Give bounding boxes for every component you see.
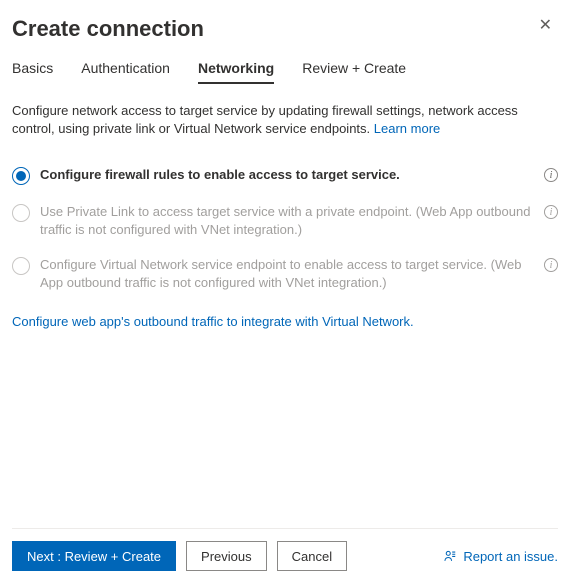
footer-bar: Next : Review + Create Previous Cancel R… bbox=[12, 528, 558, 585]
learn-more-link[interactable]: Learn more bbox=[374, 121, 440, 136]
tab-bar: Basics Authentication Networking Review … bbox=[12, 60, 558, 84]
close-icon[interactable]: ✕ bbox=[533, 12, 558, 40]
panel-title: Create connection bbox=[12, 12, 204, 60]
networking-options: Configure firewall rules to enable acces… bbox=[12, 166, 558, 291]
networking-description: Configure network access to target servi… bbox=[12, 102, 558, 138]
configure-vnet-link[interactable]: Configure web app's outbound traffic to … bbox=[12, 314, 414, 329]
option-label: Configure firewall rules to enable acces… bbox=[40, 166, 534, 184]
info-icon[interactable]: i bbox=[544, 168, 558, 182]
cancel-button[interactable]: Cancel bbox=[277, 541, 347, 571]
panel-header: Create connection ✕ bbox=[12, 12, 558, 60]
option-label: Use Private Link to access target servic… bbox=[40, 203, 534, 238]
radio-disabled-icon bbox=[12, 204, 30, 222]
report-issue-label: Report an issue. bbox=[463, 549, 558, 564]
configure-vnet-link-row: Configure web app's outbound traffic to … bbox=[12, 314, 558, 329]
next-review-create-button[interactable]: Next : Review + Create bbox=[12, 541, 176, 571]
report-issue-link[interactable]: Report an issue. bbox=[443, 549, 558, 564]
previous-button[interactable]: Previous bbox=[186, 541, 267, 571]
flex-spacer bbox=[12, 329, 558, 528]
option-vnet-service-endpoint: Configure Virtual Network service endpoi… bbox=[12, 256, 558, 291]
tab-networking[interactable]: Networking bbox=[198, 60, 274, 84]
tab-basics[interactable]: Basics bbox=[12, 60, 53, 84]
tab-authentication[interactable]: Authentication bbox=[81, 60, 170, 84]
radio-disabled-icon bbox=[12, 257, 30, 275]
feedback-icon bbox=[443, 549, 457, 563]
option-private-link: Use Private Link to access target servic… bbox=[12, 203, 558, 238]
info-icon[interactable]: i bbox=[544, 205, 558, 219]
info-icon[interactable]: i bbox=[544, 258, 558, 272]
description-text: Configure network access to target servi… bbox=[12, 103, 518, 136]
radio-selected-icon[interactable] bbox=[12, 167, 30, 185]
option-firewall-rules[interactable]: Configure firewall rules to enable acces… bbox=[12, 166, 558, 185]
option-label: Configure Virtual Network service endpoi… bbox=[40, 256, 534, 291]
create-connection-panel: Create connection ✕ Basics Authenticatio… bbox=[0, 0, 570, 585]
tab-review-create[interactable]: Review + Create bbox=[302, 60, 406, 84]
